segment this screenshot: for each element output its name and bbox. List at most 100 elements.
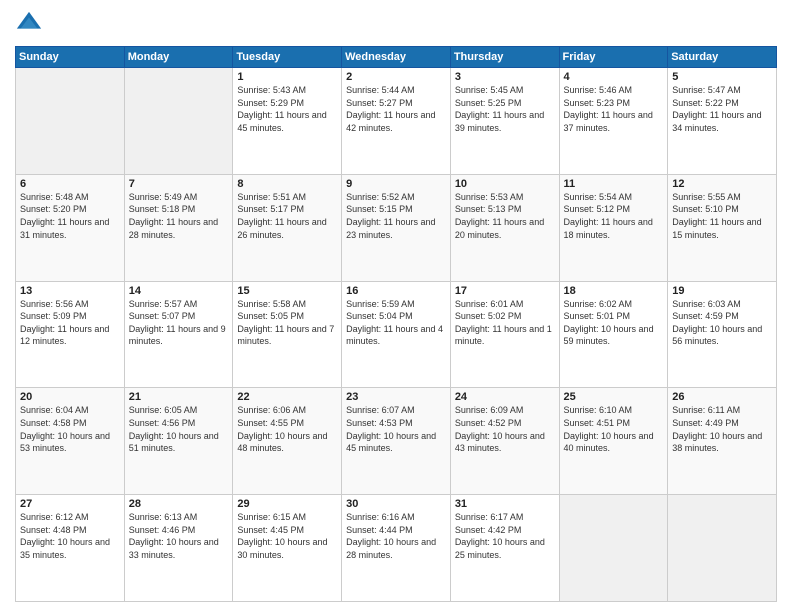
calendar-cell: 15Sunrise: 5:58 AMSunset: 5:05 PMDayligh…	[233, 281, 342, 388]
day-number: 8	[237, 178, 337, 190]
day-number: 11	[564, 178, 664, 190]
day-info: Sunrise: 5:48 AMSunset: 5:20 PMDaylight:…	[20, 191, 120, 241]
day-info: Sunrise: 6:07 AMSunset: 4:53 PMDaylight:…	[346, 404, 446, 454]
day-number: 20	[20, 391, 120, 403]
calendar-cell: 26Sunrise: 6:11 AMSunset: 4:49 PMDayligh…	[668, 388, 777, 495]
calendar-cell: 18Sunrise: 6:02 AMSunset: 5:01 PMDayligh…	[559, 281, 668, 388]
day-info: Sunrise: 6:16 AMSunset: 4:44 PMDaylight:…	[346, 511, 446, 561]
day-number: 30	[346, 498, 446, 510]
day-number: 29	[237, 498, 337, 510]
day-number: 10	[455, 178, 555, 190]
calendar-cell: 12Sunrise: 5:55 AMSunset: 5:10 PMDayligh…	[668, 174, 777, 281]
day-number: 23	[346, 391, 446, 403]
day-info: Sunrise: 5:46 AMSunset: 5:23 PMDaylight:…	[564, 84, 664, 134]
weekday-header: Monday	[124, 47, 233, 68]
calendar-week-row: 27Sunrise: 6:12 AMSunset: 4:48 PMDayligh…	[16, 495, 777, 602]
day-info: Sunrise: 6:02 AMSunset: 5:01 PMDaylight:…	[564, 298, 664, 348]
calendar-cell: 11Sunrise: 5:54 AMSunset: 5:12 PMDayligh…	[559, 174, 668, 281]
day-number: 25	[564, 391, 664, 403]
calendar-cell: 13Sunrise: 5:56 AMSunset: 5:09 PMDayligh…	[16, 281, 125, 388]
day-info: Sunrise: 6:04 AMSunset: 4:58 PMDaylight:…	[20, 404, 120, 454]
calendar-cell: 16Sunrise: 5:59 AMSunset: 5:04 PMDayligh…	[342, 281, 451, 388]
day-info: Sunrise: 6:05 AMSunset: 4:56 PMDaylight:…	[129, 404, 229, 454]
day-number: 18	[564, 285, 664, 297]
calendar-week-row: 1Sunrise: 5:43 AMSunset: 5:29 PMDaylight…	[16, 68, 777, 175]
day-info: Sunrise: 5:58 AMSunset: 5:05 PMDaylight:…	[237, 298, 337, 348]
calendar-cell: 14Sunrise: 5:57 AMSunset: 5:07 PMDayligh…	[124, 281, 233, 388]
day-info: Sunrise: 5:57 AMSunset: 5:07 PMDaylight:…	[129, 298, 229, 348]
calendar-cell: 25Sunrise: 6:10 AMSunset: 4:51 PMDayligh…	[559, 388, 668, 495]
day-info: Sunrise: 5:49 AMSunset: 5:18 PMDaylight:…	[129, 191, 229, 241]
day-info: Sunrise: 5:44 AMSunset: 5:27 PMDaylight:…	[346, 84, 446, 134]
calendar-table: SundayMondayTuesdayWednesdayThursdayFrid…	[15, 46, 777, 602]
day-number: 27	[20, 498, 120, 510]
day-number: 9	[346, 178, 446, 190]
weekday-header: Wednesday	[342, 47, 451, 68]
day-number: 4	[564, 71, 664, 83]
day-info: Sunrise: 6:13 AMSunset: 4:46 PMDaylight:…	[129, 511, 229, 561]
day-info: Sunrise: 6:17 AMSunset: 4:42 PMDaylight:…	[455, 511, 555, 561]
calendar-cell	[668, 495, 777, 602]
day-info: Sunrise: 6:12 AMSunset: 4:48 PMDaylight:…	[20, 511, 120, 561]
day-info: Sunrise: 5:56 AMSunset: 5:09 PMDaylight:…	[20, 298, 120, 348]
day-number: 31	[455, 498, 555, 510]
weekday-header: Sunday	[16, 47, 125, 68]
calendar-cell: 2Sunrise: 5:44 AMSunset: 5:27 PMDaylight…	[342, 68, 451, 175]
calendar-cell: 10Sunrise: 5:53 AMSunset: 5:13 PMDayligh…	[450, 174, 559, 281]
calendar-cell	[16, 68, 125, 175]
calendar-cell: 29Sunrise: 6:15 AMSunset: 4:45 PMDayligh…	[233, 495, 342, 602]
calendar-week-row: 13Sunrise: 5:56 AMSunset: 5:09 PMDayligh…	[16, 281, 777, 388]
calendar-cell	[559, 495, 668, 602]
calendar-body: 1Sunrise: 5:43 AMSunset: 5:29 PMDaylight…	[16, 68, 777, 602]
day-number: 24	[455, 391, 555, 403]
day-number: 7	[129, 178, 229, 190]
day-number: 19	[672, 285, 772, 297]
day-info: Sunrise: 5:59 AMSunset: 5:04 PMDaylight:…	[346, 298, 446, 348]
calendar-cell: 19Sunrise: 6:03 AMSunset: 4:59 PMDayligh…	[668, 281, 777, 388]
calendar-header-row: SundayMondayTuesdayWednesdayThursdayFrid…	[16, 47, 777, 68]
weekday-header: Saturday	[668, 47, 777, 68]
calendar-cell: 4Sunrise: 5:46 AMSunset: 5:23 PMDaylight…	[559, 68, 668, 175]
calendar-cell: 9Sunrise: 5:52 AMSunset: 5:15 PMDaylight…	[342, 174, 451, 281]
calendar-cell: 30Sunrise: 6:16 AMSunset: 4:44 PMDayligh…	[342, 495, 451, 602]
day-number: 13	[20, 285, 120, 297]
weekday-header: Friday	[559, 47, 668, 68]
day-number: 26	[672, 391, 772, 403]
day-number: 28	[129, 498, 229, 510]
day-number: 17	[455, 285, 555, 297]
calendar-week-row: 6Sunrise: 5:48 AMSunset: 5:20 PMDaylight…	[16, 174, 777, 281]
calendar-cell: 6Sunrise: 5:48 AMSunset: 5:20 PMDaylight…	[16, 174, 125, 281]
day-number: 6	[20, 178, 120, 190]
day-number: 2	[346, 71, 446, 83]
day-number: 22	[237, 391, 337, 403]
weekday-header: Thursday	[450, 47, 559, 68]
day-info: Sunrise: 6:03 AMSunset: 4:59 PMDaylight:…	[672, 298, 772, 348]
day-info: Sunrise: 6:06 AMSunset: 4:55 PMDaylight:…	[237, 404, 337, 454]
day-info: Sunrise: 5:55 AMSunset: 5:10 PMDaylight:…	[672, 191, 772, 241]
calendar-cell: 28Sunrise: 6:13 AMSunset: 4:46 PMDayligh…	[124, 495, 233, 602]
weekday-header: Tuesday	[233, 47, 342, 68]
logo-icon	[15, 10, 43, 38]
day-info: Sunrise: 5:54 AMSunset: 5:12 PMDaylight:…	[564, 191, 664, 241]
calendar-cell: 7Sunrise: 5:49 AMSunset: 5:18 PMDaylight…	[124, 174, 233, 281]
logo	[15, 10, 47, 38]
calendar-cell: 5Sunrise: 5:47 AMSunset: 5:22 PMDaylight…	[668, 68, 777, 175]
calendar-cell: 3Sunrise: 5:45 AMSunset: 5:25 PMDaylight…	[450, 68, 559, 175]
day-info: Sunrise: 5:52 AMSunset: 5:15 PMDaylight:…	[346, 191, 446, 241]
day-number: 1	[237, 71, 337, 83]
day-number: 15	[237, 285, 337, 297]
day-number: 3	[455, 71, 555, 83]
day-number: 16	[346, 285, 446, 297]
calendar-week-row: 20Sunrise: 6:04 AMSunset: 4:58 PMDayligh…	[16, 388, 777, 495]
page: SundayMondayTuesdayWednesdayThursdayFrid…	[0, 0, 792, 612]
calendar-cell: 21Sunrise: 6:05 AMSunset: 4:56 PMDayligh…	[124, 388, 233, 495]
calendar-cell: 31Sunrise: 6:17 AMSunset: 4:42 PMDayligh…	[450, 495, 559, 602]
calendar-cell: 27Sunrise: 6:12 AMSunset: 4:48 PMDayligh…	[16, 495, 125, 602]
day-info: Sunrise: 6:11 AMSunset: 4:49 PMDaylight:…	[672, 404, 772, 454]
calendar-cell: 23Sunrise: 6:07 AMSunset: 4:53 PMDayligh…	[342, 388, 451, 495]
day-number: 14	[129, 285, 229, 297]
day-info: Sunrise: 6:15 AMSunset: 4:45 PMDaylight:…	[237, 511, 337, 561]
header	[15, 10, 777, 38]
day-info: Sunrise: 5:53 AMSunset: 5:13 PMDaylight:…	[455, 191, 555, 241]
calendar-cell: 8Sunrise: 5:51 AMSunset: 5:17 PMDaylight…	[233, 174, 342, 281]
